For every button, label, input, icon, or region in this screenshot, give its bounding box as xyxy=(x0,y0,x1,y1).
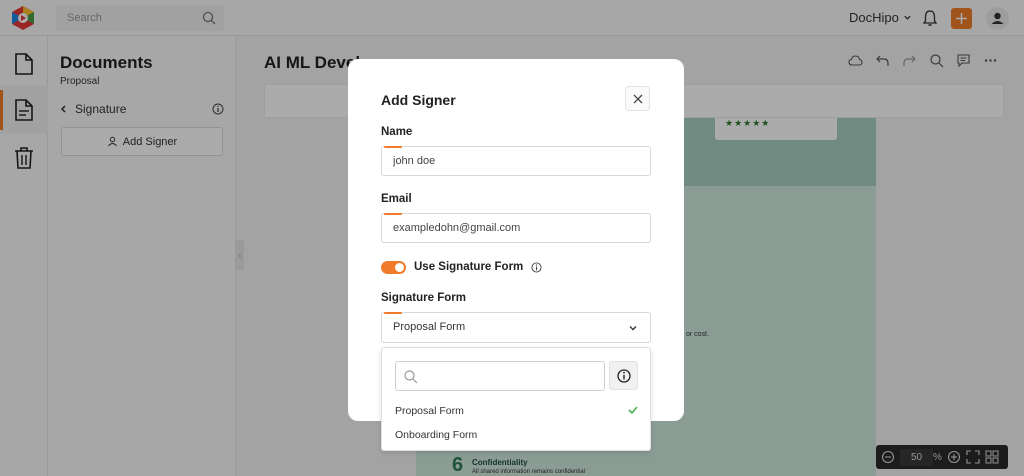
option-label: Onboarding Form xyxy=(395,429,478,441)
toggle-label: Use Signature Form xyxy=(414,261,524,273)
dialog-title: Add Signer xyxy=(381,92,456,108)
dropdown-option[interactable]: Proposal Form xyxy=(382,400,650,422)
signature-form-select[interactable]: Proposal Form xyxy=(381,312,651,343)
close-icon xyxy=(633,94,642,103)
search-icon xyxy=(404,370,418,384)
email-label: Email xyxy=(381,193,412,205)
signature-form-label: Signature Form xyxy=(381,292,466,304)
dropdown-search-box[interactable] xyxy=(395,361,605,391)
selected-form-value: Proposal Form xyxy=(393,321,466,333)
name-field-wrapper xyxy=(381,146,651,176)
info-icon xyxy=(616,368,631,383)
email-field[interactable] xyxy=(382,214,650,242)
option-label: Proposal Form xyxy=(395,405,464,417)
dropdown-info-button[interactable] xyxy=(609,361,638,390)
signature-form-dropdown: Proposal Form Onboarding Form xyxy=(381,347,651,451)
signature-form-toggle-row: Use Signature Form xyxy=(381,260,542,274)
checkmark-icon xyxy=(628,406,638,415)
dropdown-search-input[interactable] xyxy=(424,362,599,390)
signature-form-toggle[interactable] xyxy=(381,260,406,274)
email-field-wrapper xyxy=(381,213,651,243)
name-label: Name xyxy=(381,126,413,138)
name-field[interactable] xyxy=(382,147,650,175)
chevron-down-icon xyxy=(629,326,637,331)
info-icon[interactable] xyxy=(531,261,542,273)
dropdown-option[interactable]: Onboarding Form xyxy=(382,424,650,446)
close-button[interactable] xyxy=(625,86,650,111)
